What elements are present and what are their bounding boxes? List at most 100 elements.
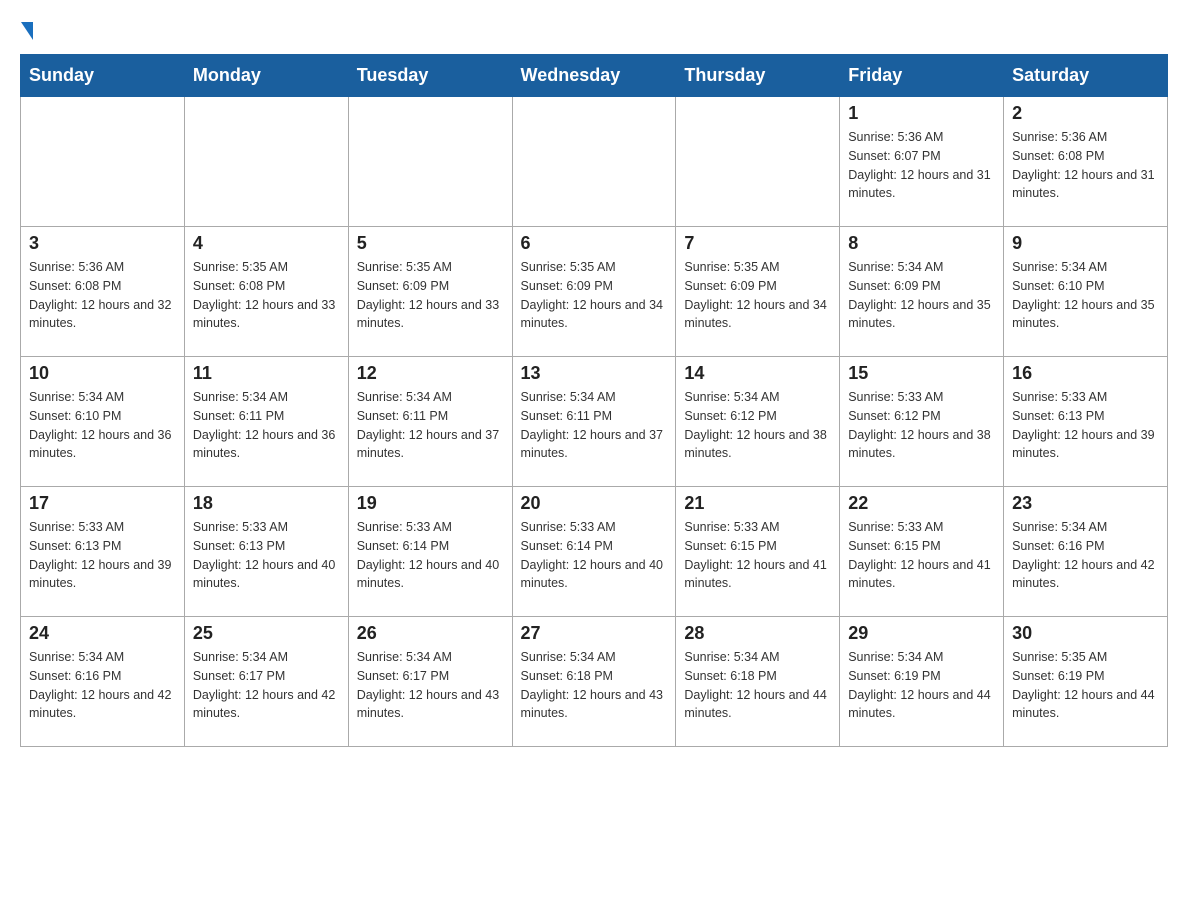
sun-info-18: Sunrise: 5:33 AMSunset: 6:13 PMDaylight:… <box>193 518 340 593</box>
day-number-1: 1 <box>848 103 995 124</box>
day-number-10: 10 <box>29 363 176 384</box>
day-number-22: 22 <box>848 493 995 514</box>
sun-info-20: Sunrise: 5:33 AMSunset: 6:14 PMDaylight:… <box>521 518 668 593</box>
week-row-3: 10 Sunrise: 5:34 AMSunset: 6:10 PMDayligh… <box>21 357 1168 487</box>
day-number-23: 23 <box>1012 493 1159 514</box>
sun-info-5: Sunrise: 5:35 AMSunset: 6:09 PMDaylight:… <box>357 258 504 333</box>
day-cell-27: 27 Sunrise: 5:34 AMSunset: 6:18 PMDayligh… <box>512 617 676 747</box>
day-number-3: 3 <box>29 233 176 254</box>
day-cell-30: 30 Sunrise: 5:35 AMSunset: 6:19 PMDayligh… <box>1004 617 1168 747</box>
day-number-11: 11 <box>193 363 340 384</box>
day-number-14: 14 <box>684 363 831 384</box>
day-number-28: 28 <box>684 623 831 644</box>
sun-info-7: Sunrise: 5:35 AMSunset: 6:09 PMDaylight:… <box>684 258 831 333</box>
week-row-5: 24 Sunrise: 5:34 AMSunset: 6:16 PMDayligh… <box>21 617 1168 747</box>
sun-info-8: Sunrise: 5:34 AMSunset: 6:09 PMDaylight:… <box>848 258 995 333</box>
calendar-header-row: SundayMondayTuesdayWednesdayThursdayFrid… <box>21 55 1168 97</box>
sun-info-28: Sunrise: 5:34 AMSunset: 6:18 PMDaylight:… <box>684 648 831 723</box>
day-cell-16: 16 Sunrise: 5:33 AMSunset: 6:13 PMDayligh… <box>1004 357 1168 487</box>
logo <box>20 20 33 38</box>
day-number-20: 20 <box>521 493 668 514</box>
sun-info-12: Sunrise: 5:34 AMSunset: 6:11 PMDaylight:… <box>357 388 504 463</box>
day-number-12: 12 <box>357 363 504 384</box>
sun-info-27: Sunrise: 5:34 AMSunset: 6:18 PMDaylight:… <box>521 648 668 723</box>
day-cell-6: 6 Sunrise: 5:35 AMSunset: 6:09 PMDaylight… <box>512 227 676 357</box>
header-sunday: Sunday <box>21 55 185 97</box>
day-cell-2: 2 Sunrise: 5:36 AMSunset: 6:08 PMDaylight… <box>1004 97 1168 227</box>
day-cell-26: 26Sunrise: 5:34 AMSunset: 6:17 PMDayligh… <box>348 617 512 747</box>
day-number-25: 25 <box>193 623 340 644</box>
week-row-4: 17Sunrise: 5:33 AMSunset: 6:13 PMDayligh… <box>21 487 1168 617</box>
day-cell-25: 25 Sunrise: 5:34 AMSunset: 6:17 PMDayligh… <box>184 617 348 747</box>
week-row-1: 1 Sunrise: 5:36 AMSunset: 6:07 PMDaylight… <box>21 97 1168 227</box>
day-number-29: 29 <box>848 623 995 644</box>
day-cell-20: 20 Sunrise: 5:33 AMSunset: 6:14 PMDayligh… <box>512 487 676 617</box>
day-cell-12: 12 Sunrise: 5:34 AMSunset: 6:11 PMDayligh… <box>348 357 512 487</box>
sun-info-30: Sunrise: 5:35 AMSunset: 6:19 PMDaylight:… <box>1012 648 1159 723</box>
day-number-18: 18 <box>193 493 340 514</box>
day-cell-14: 14 Sunrise: 5:34 AMSunset: 6:12 PMDayligh… <box>676 357 840 487</box>
day-number-8: 8 <box>848 233 995 254</box>
day-cell-1: 1 Sunrise: 5:36 AMSunset: 6:07 PMDaylight… <box>840 97 1004 227</box>
day-cell-3: 3 Sunrise: 5:36 AMSunset: 6:08 PMDaylight… <box>21 227 185 357</box>
sun-info-14: Sunrise: 5:34 AMSunset: 6:12 PMDaylight:… <box>684 388 831 463</box>
day-number-16: 16 <box>1012 363 1159 384</box>
day-number-7: 7 <box>684 233 831 254</box>
day-cell-5: 5 Sunrise: 5:35 AMSunset: 6:09 PMDaylight… <box>348 227 512 357</box>
day-number-19: 19 <box>357 493 504 514</box>
day-number-5: 5 <box>357 233 504 254</box>
sun-info-2: Sunrise: 5:36 AMSunset: 6:08 PMDaylight:… <box>1012 128 1159 203</box>
header-wednesday: Wednesday <box>512 55 676 97</box>
day-number-6: 6 <box>521 233 668 254</box>
day-number-24: 24 <box>29 623 176 644</box>
day-number-30: 30 <box>1012 623 1159 644</box>
sun-info-17: Sunrise: 5:33 AMSunset: 6:13 PMDaylight:… <box>29 518 176 593</box>
day-cell-21: 21Sunrise: 5:33 AMSunset: 6:15 PMDayligh… <box>676 487 840 617</box>
sun-info-6: Sunrise: 5:35 AMSunset: 6:09 PMDaylight:… <box>521 258 668 333</box>
sun-info-10: Sunrise: 5:34 AMSunset: 6:10 PMDaylight:… <box>29 388 176 463</box>
sun-info-13: Sunrise: 5:34 AMSunset: 6:11 PMDaylight:… <box>521 388 668 463</box>
header-tuesday: Tuesday <box>348 55 512 97</box>
day-cell-empty <box>348 97 512 227</box>
day-number-27: 27 <box>521 623 668 644</box>
day-number-26: 26 <box>357 623 504 644</box>
day-number-2: 2 <box>1012 103 1159 124</box>
day-cell-15: 15 Sunrise: 5:33 AMSunset: 6:12 PMDayligh… <box>840 357 1004 487</box>
sun-info-24: Sunrise: 5:34 AMSunset: 6:16 PMDaylight:… <box>29 648 176 723</box>
sun-info-1: Sunrise: 5:36 AMSunset: 6:07 PMDaylight:… <box>848 128 995 203</box>
day-cell-9: 9 Sunrise: 5:34 AMSunset: 6:10 PMDaylight… <box>1004 227 1168 357</box>
logo-arrow-icon <box>21 22 33 40</box>
day-cell-empty <box>676 97 840 227</box>
sun-info-11: Sunrise: 5:34 AMSunset: 6:11 PMDaylight:… <box>193 388 340 463</box>
sun-info-9: Sunrise: 5:34 AMSunset: 6:10 PMDaylight:… <box>1012 258 1159 333</box>
day-number-13: 13 <box>521 363 668 384</box>
day-cell-11: 11 Sunrise: 5:34 AMSunset: 6:11 PMDayligh… <box>184 357 348 487</box>
day-cell-19: 19 Sunrise: 5:33 AMSunset: 6:14 PMDayligh… <box>348 487 512 617</box>
day-cell-empty <box>512 97 676 227</box>
sun-info-25: Sunrise: 5:34 AMSunset: 6:17 PMDaylight:… <box>193 648 340 723</box>
day-cell-10: 10 Sunrise: 5:34 AMSunset: 6:10 PMDayligh… <box>21 357 185 487</box>
day-cell-22: 22 Sunrise: 5:33 AMSunset: 6:15 PMDayligh… <box>840 487 1004 617</box>
sun-info-3: Sunrise: 5:36 AMSunset: 6:08 PMDaylight:… <box>29 258 176 333</box>
header-monday: Monday <box>184 55 348 97</box>
sun-info-19: Sunrise: 5:33 AMSunset: 6:14 PMDaylight:… <box>357 518 504 593</box>
day-cell-8: 8 Sunrise: 5:34 AMSunset: 6:09 PMDaylight… <box>840 227 1004 357</box>
header-saturday: Saturday <box>1004 55 1168 97</box>
header-thursday: Thursday <box>676 55 840 97</box>
sun-info-4: Sunrise: 5:35 AMSunset: 6:08 PMDaylight:… <box>193 258 340 333</box>
sun-info-16: Sunrise: 5:33 AMSunset: 6:13 PMDaylight:… <box>1012 388 1159 463</box>
day-cell-24: 24 Sunrise: 5:34 AMSunset: 6:16 PMDayligh… <box>21 617 185 747</box>
day-cell-7: 7 Sunrise: 5:35 AMSunset: 6:09 PMDaylight… <box>676 227 840 357</box>
day-cell-28: 28 Sunrise: 5:34 AMSunset: 6:18 PMDayligh… <box>676 617 840 747</box>
day-cell-18: 18 Sunrise: 5:33 AMSunset: 6:13 PMDayligh… <box>184 487 348 617</box>
day-number-15: 15 <box>848 363 995 384</box>
day-number-9: 9 <box>1012 233 1159 254</box>
day-cell-empty <box>21 97 185 227</box>
sun-info-22: Sunrise: 5:33 AMSunset: 6:15 PMDaylight:… <box>848 518 995 593</box>
day-cell-17: 17Sunrise: 5:33 AMSunset: 6:13 PMDayligh… <box>21 487 185 617</box>
calendar-table: SundayMondayTuesdayWednesdayThursdayFrid… <box>20 54 1168 747</box>
page-header <box>20 20 1168 38</box>
sun-info-23: Sunrise: 5:34 AMSunset: 6:16 PMDaylight:… <box>1012 518 1159 593</box>
sun-info-15: Sunrise: 5:33 AMSunset: 6:12 PMDaylight:… <box>848 388 995 463</box>
day-cell-13: 13 Sunrise: 5:34 AMSunset: 6:11 PMDayligh… <box>512 357 676 487</box>
